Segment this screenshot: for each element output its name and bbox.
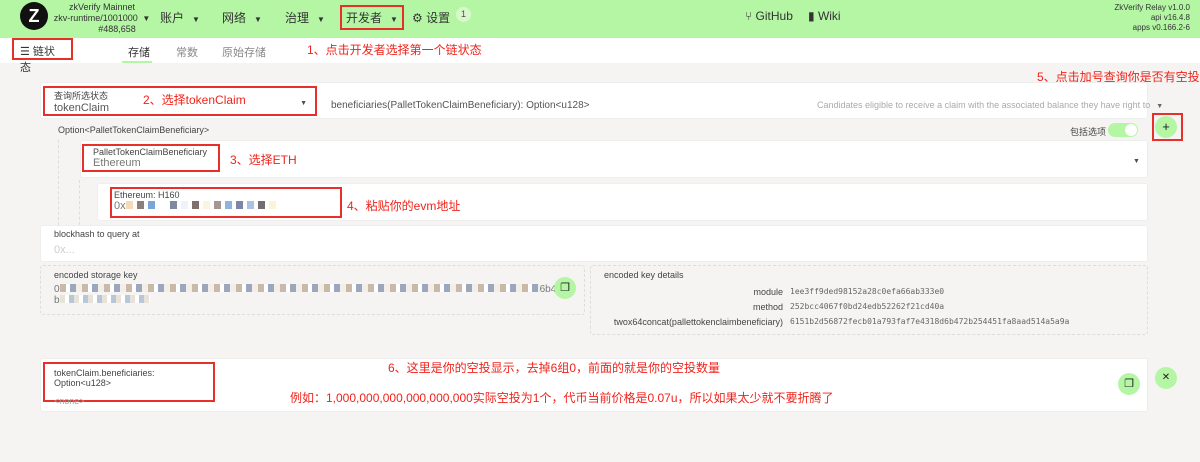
chevron-down-icon: ▼ — [1156, 103, 1164, 110]
ethereum-label: Ethereum: H160 — [114, 190, 180, 200]
include-option-toggle[interactable] — [1108, 123, 1138, 137]
key-details-label: encoded key details — [604, 270, 684, 280]
tab-raw-storage[interactable]: 原始存储 — [222, 44, 266, 60]
beneficiary-label: PalletTokenClaimBeneficiary — [93, 147, 208, 157]
description-text: Candidates eligible to receive a claim w… — [817, 100, 1151, 110]
copy-key-button[interactable]: ❐ — [554, 277, 576, 299]
gears-icon: ⚙ — [412, 11, 427, 25]
chevron-down-icon: ▼ — [390, 15, 398, 24]
detail-value: 252bcc4067f0bd24edb52262f21cd40a — [790, 302, 945, 311]
menu-developer[interactable]: 开发者 ▼ — [340, 5, 404, 30]
address-prefix: 0x — [114, 200, 126, 212]
detail-key: method — [752, 301, 783, 312]
github-label: GitHub — [755, 9, 793, 23]
runtime-version: zkv-runtime/1001000 — [53, 13, 138, 23]
detail-value: 1ee3ff9ded98152a28c0efa66ab333e0 — [790, 287, 945, 296]
blockhash-placeholder: 0x... — [54, 244, 75, 256]
annotation-6: 6、这里是你的空投显示，去掉6组0，前面的就是你的空投数量 — [388, 361, 721, 375]
chevron-down-icon: ▼ — [192, 15, 200, 24]
block-number: #488,658 — [98, 24, 136, 34]
chain-selector[interactable]: zkVerify Mainnet zkv-runtime/1001000 ▼ #… — [52, 2, 152, 35]
detail-key: module — [753, 286, 783, 297]
query-result: tokenClaim.beneficiaries: Option<u128> <… — [43, 362, 215, 406]
detail-value: 6151b2d56872fecb01a793faf7e4318d6b472b25… — [790, 317, 1070, 326]
menu-governance[interactable]: 治理 ▼ — [285, 9, 325, 26]
method-description: Candidates eligible to receive a claim w… — [817, 100, 1163, 110]
redacted-key — [59, 295, 150, 303]
close-result-button[interactable]: ✕ — [1155, 367, 1177, 389]
section-chain-state[interactable]: ☰ 链状态 — [12, 38, 73, 74]
apps-version: apps v0.166.2-6 — [1132, 23, 1190, 32]
option-type-label: Option<PalletTokenClaimBeneficiary> — [58, 125, 210, 135]
annotation-2: 2、选择tokenClaim — [143, 93, 246, 107]
include-option-label: 包括选项 — [1070, 127, 1107, 137]
branch-icon: ⑂ — [745, 9, 756, 23]
blockhash-label: blockhash to query at — [54, 229, 140, 239]
chevron-down-icon[interactable]: ▼ — [1133, 158, 1140, 165]
storage-key-label: encoded storage key — [54, 270, 138, 280]
annotation-3: 3、选择ETH — [230, 153, 297, 167]
api-version: api v16.4.8 — [1150, 13, 1190, 22]
menu-settings[interactable]: ⚙ 设置 — [412, 9, 450, 26]
encoded-storage-key: encoded storage key 0 6b47 b — [40, 265, 585, 315]
nesting-line — [79, 180, 80, 225]
tab-constants[interactable]: 常数 — [176, 44, 198, 60]
book-icon: ▮ — [808, 9, 818, 23]
relay-version: ZkVerify Relay v1.0.0 — [1114, 3, 1190, 12]
chevron-down-icon: ▼ — [142, 14, 151, 23]
result-value: <none> — [54, 396, 85, 406]
key-details-table: module 1ee3ff9ded98152a28c0efa66ab333e0 m… — [590, 284, 1148, 329]
active-tab-indicator — [122, 61, 152, 63]
redacted-address — [125, 200, 280, 212]
add-query-button[interactable]: + — [1155, 116, 1177, 138]
chain-name: zkVerify Mainnet — [68, 2, 136, 12]
settings-badge: 1 — [456, 7, 471, 22]
detail-key: twox64concat(pallettokenclaimbeneficiary… — [613, 316, 783, 327]
wiki-link[interactable]: ▮ Wiki — [808, 9, 841, 23]
menu-accounts[interactable]: 账户 ▼ — [160, 9, 200, 26]
annotation-1: 1、点击开发者选择第一个链状态 — [307, 43, 482, 57]
result-label: tokenClaim.beneficiaries: Option<u128> — [54, 368, 155, 388]
tab-storage[interactable]: 存储 — [128, 44, 150, 60]
zkverify-logo[interactable]: Z — [20, 2, 48, 30]
wiki-label: Wiki — [817, 9, 841, 23]
method-select[interactable]: beneficiaries(PalletTokenClaimBeneficiar… — [331, 100, 589, 111]
version-info: ZkVerify Relay v1.0.0 api v16.4.8 apps v… — [1114, 3, 1190, 33]
menu-label: 账户 — [160, 11, 185, 25]
menu-label: 治理 — [285, 11, 310, 25]
annotation-4: 4、粘贴你的evm地址 — [347, 199, 461, 213]
menu-label: 网络 — [222, 11, 247, 25]
chevron-down-icon: ▼ — [317, 15, 325, 24]
ethereum-address-input[interactable]: Ethereum: H160 0x — [110, 187, 342, 218]
copy-result-button[interactable]: ❐ — [1118, 373, 1140, 395]
nesting-line — [58, 140, 59, 225]
redacted-key — [59, 284, 540, 292]
chevron-down-icon: ▼ — [300, 100, 307, 107]
annotation-7: 例如：1,000,000,000,000,000,000实际空投为1个，代币当前… — [290, 391, 834, 405]
github-link[interactable]: ⑂ GitHub — [745, 9, 793, 23]
menu-network[interactable]: 网络 ▼ — [222, 9, 262, 26]
blockhash-input[interactable]: blockhash to query at 0x... — [40, 225, 1148, 262]
database-icon: ☰ — [20, 46, 33, 58]
menu-label: 开发者 — [346, 11, 383, 25]
chevron-down-icon: ▼ — [254, 15, 262, 24]
menu-label: 设置 — [426, 11, 451, 25]
beneficiary-select[interactable]: PalletTokenClaimBeneficiary Ethereum — [82, 144, 220, 172]
beneficiary-value: Ethereum — [93, 157, 141, 169]
